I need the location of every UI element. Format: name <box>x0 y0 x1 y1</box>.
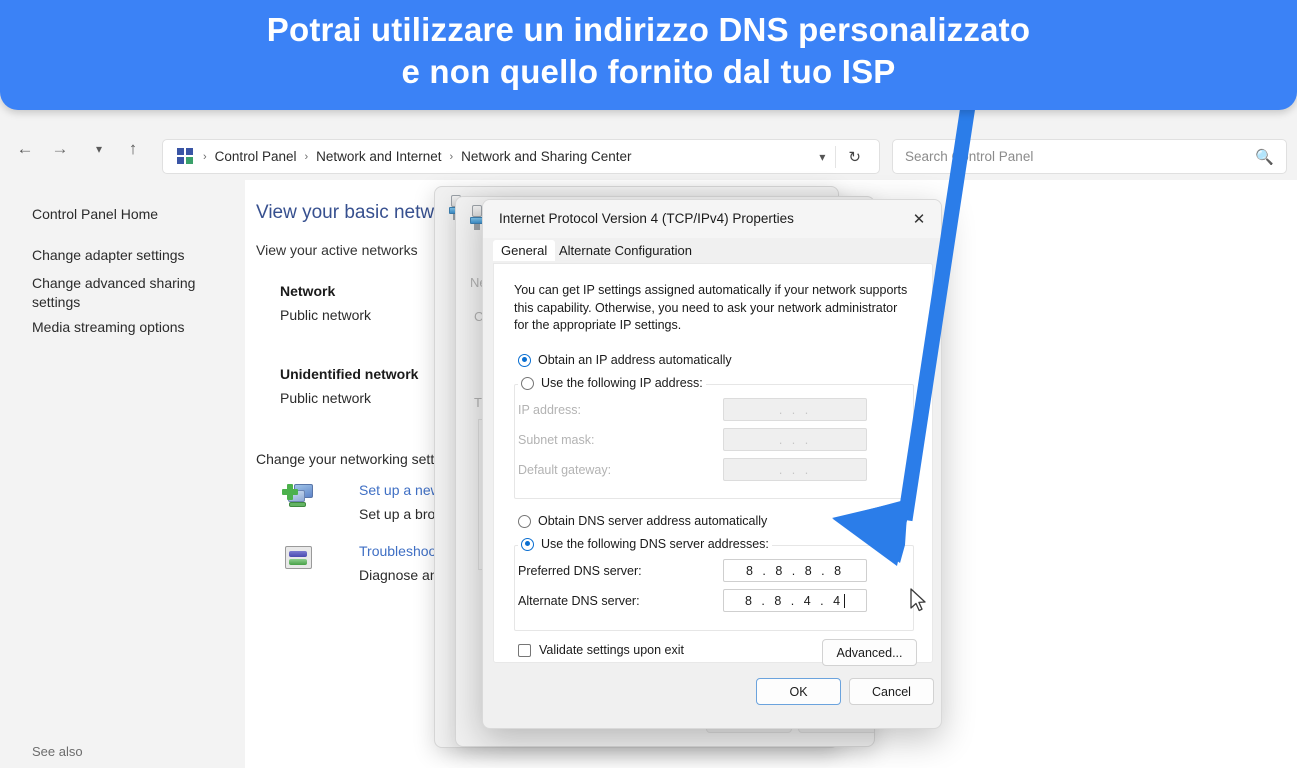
search-icon: 🔍 <box>1255 148 1274 166</box>
radio-indicator <box>518 353 531 367</box>
subnet-mask-input: . . . <box>723 428 867 451</box>
mouse-cursor <box>910 588 928 619</box>
new-connection-icon <box>282 484 315 512</box>
breadcrumb-separator: › <box>203 150 207 163</box>
up-button[interactable]: ↑ <box>118 134 148 164</box>
field-label: Alternate DNS server: <box>518 593 640 608</box>
sidebar-item-change-adapter-settings[interactable]: Change adapter settings <box>32 246 222 265</box>
radio-use-following-dns[interactable]: Use the following DNS server addresses: <box>518 537 772 551</box>
screenshot-root: ← → ▾ ↑ › Control Panel › Network and In… <box>0 0 1297 768</box>
advanced-button[interactable]: Advanced... <box>822 639 917 666</box>
radio-label: Obtain an IP address automatically <box>538 353 732 367</box>
field-label: Subnet mask: <box>518 432 595 447</box>
alternate-dns-value: 8 . 8 . 4 . 4 <box>744 593 844 608</box>
explorer-toolbar: ← → ▾ ↑ › Control Panel › Network and In… <box>0 118 1297 180</box>
see-also-header: See also <box>32 744 83 759</box>
forward-button[interactable]: → <box>45 134 75 164</box>
preferred-dns-input[interactable]: 8 . 8 . 8 . 8 <box>723 559 867 582</box>
field-label: Preferred DNS server: <box>518 563 642 578</box>
divider <box>478 419 479 569</box>
checkbox-validate-settings[interactable]: Validate settings upon exit <box>518 643 684 657</box>
change-settings-header: Change your networking settings <box>256 451 460 467</box>
control-panel-icon <box>177 147 195 166</box>
refresh-icon[interactable]: ↻ <box>836 148 873 166</box>
sidebar-item-media-streaming-options[interactable]: Media streaming options <box>32 318 222 337</box>
text-cursor <box>844 593 846 608</box>
breadcrumb-item-network-and-sharing-center[interactable]: Network and Sharing Center <box>455 146 637 167</box>
ip-address-input: . . . <box>723 398 867 421</box>
cancel-button[interactable]: Cancel <box>849 678 934 705</box>
network-name: Unidentified network <box>280 366 419 382</box>
checkbox-indicator <box>518 643 531 657</box>
close-icon[interactable]: ✕ <box>899 204 939 234</box>
breadcrumb-item-control-panel[interactable]: Control Panel <box>209 146 303 167</box>
banner-line-1: Potrai utilizzare un indirizzo DNS perso… <box>266 11 1031 48</box>
radio-label: Obtain DNS server address automatically <box>538 514 768 528</box>
field-label: Default gateway: <box>518 462 612 477</box>
background-label: T <box>474 395 482 410</box>
active-networks-header: View your active networks <box>256 242 418 258</box>
radio-indicator <box>518 514 531 528</box>
tab-alternate-configuration[interactable]: Alternate Configuration <box>551 240 700 261</box>
dialog-tabs: General Alternate Configuration <box>483 238 941 263</box>
banner-line-2: e non quello fornito dal tuo ISP <box>401 53 896 90</box>
field-default-gateway: Default gateway: . . . <box>518 458 867 481</box>
radio-use-following-ip[interactable]: Use the following IP address: <box>518 376 706 390</box>
checkbox-label: Validate settings upon exit <box>539 643 685 657</box>
dialog-description: You can get IP settings assigned automat… <box>514 283 908 332</box>
dialog-general-pane: You can get IP settings assigned automat… <box>493 263 933 666</box>
back-button[interactable]: ← <box>10 134 40 164</box>
field-subnet-mask: Subnet mask: . . . <box>518 428 867 451</box>
radio-obtain-ip-automatically[interactable]: Obtain an IP address automatically <box>518 353 732 367</box>
sidebar: Control Panel Home Change adapter settin… <box>0 180 245 768</box>
dns-settings-group <box>514 545 914 631</box>
mouse-pointer-icon <box>910 588 926 612</box>
radio-label: Use the following IP address: <box>541 376 703 390</box>
radio-indicator <box>521 376 534 390</box>
radio-obtain-dns-automatically[interactable]: Obtain DNS server address automatically <box>518 514 767 528</box>
radio-label: Use the following DNS server addresses: <box>541 537 769 551</box>
dialog-title-bar: Internet Protocol Version 4 (TCP/IPv4) P… <box>483 200 941 238</box>
field-preferred-dns[interactable]: Preferred DNS server: 8 . 8 . 8 . 8 <box>518 559 867 582</box>
alternate-dns-input[interactable]: 8 . 8 . 4 . 4 <box>723 589 867 612</box>
default-gateway-input: . . . <box>723 458 867 481</box>
radio-indicator <box>521 537 534 551</box>
field-ip-address: IP address: . . . <box>518 398 867 421</box>
breadcrumb-item-network-and-internet[interactable]: Network and Internet <box>310 146 447 167</box>
network-type: Public network <box>280 307 372 323</box>
annotation-banner: Potrai utilizzare un indirizzo DNS perso… <box>0 0 1297 110</box>
breadcrumb-separator: › <box>449 150 454 163</box>
ok-button[interactable]: OK <box>756 678 841 705</box>
address-bar[interactable]: › Control Panel › Network and Internet ›… <box>162 139 880 174</box>
field-label: IP address: <box>518 402 582 417</box>
sidebar-item-control-panel-home[interactable]: Control Panel Home <box>32 205 222 224</box>
search-box[interactable]: Search Control Panel 🔍 <box>892 139 1287 174</box>
network-name: Network <box>280 283 336 299</box>
tcpipv4-properties-dialog[interactable]: Internet Protocol Version 4 (TCP/IPv4) P… <box>482 199 942 729</box>
network-type: Public network <box>280 390 372 406</box>
dialog-title: Internet Protocol Version 4 (TCP/IPv4) P… <box>499 211 794 226</box>
tab-general[interactable]: General <box>493 240 556 261</box>
troubleshoot-icon <box>283 545 315 573</box>
search-input[interactable]: Search Control Panel <box>905 149 1255 164</box>
breadcrumb-separator: › <box>304 150 309 163</box>
recent-locations-button[interactable]: ▾ <box>84 134 114 164</box>
chevron-down-icon[interactable]: ▾ <box>809 150 835 164</box>
sidebar-item-change-advanced-sharing-settings[interactable]: Change advanced sharing settings <box>32 274 222 312</box>
field-alternate-dns[interactable]: Alternate DNS server: 8 . 8 . 4 . 4 <box>518 589 867 612</box>
